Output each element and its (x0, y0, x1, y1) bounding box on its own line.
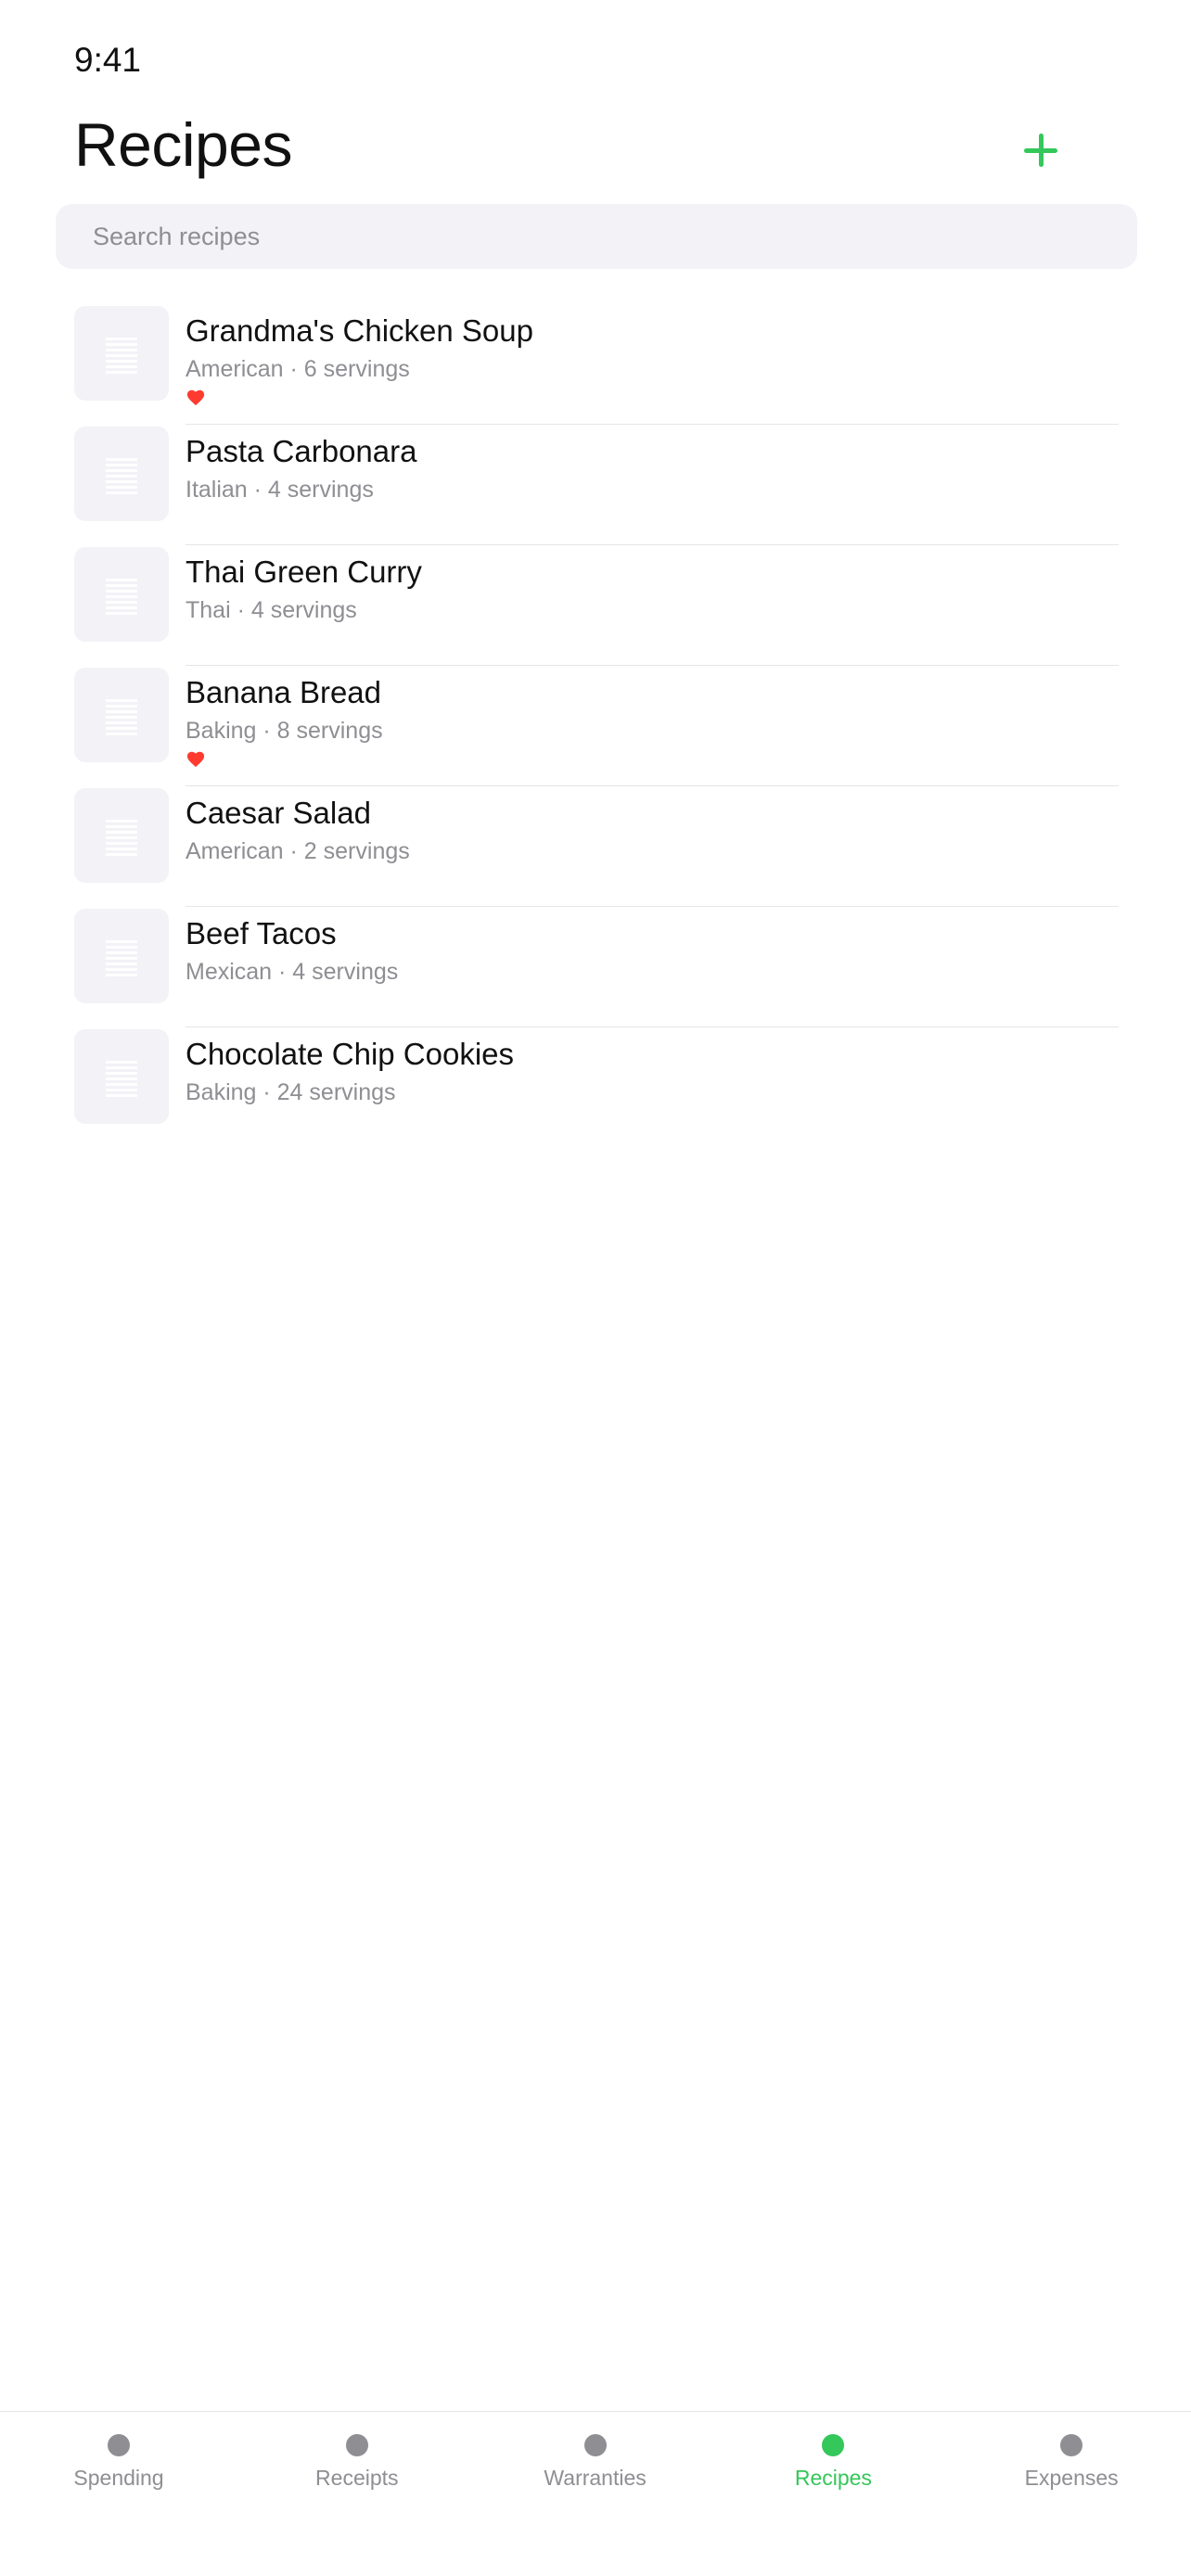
recipe-list-item[interactable]: Thai Green Curry Thai · 4 servings (74, 545, 1119, 666)
tab-dot-icon (822, 2434, 845, 2456)
heart-icon (186, 751, 205, 768)
recipe-list-item[interactable]: Banana Bread Baking · 8 servings (74, 666, 1119, 786)
recipe-name: Beef Tacos (186, 916, 337, 950)
recipe-name: Pasta Carbonara (186, 434, 417, 468)
recipe-list-item[interactable]: Pasta Carbonara Italian · 4 servings (74, 425, 1119, 545)
status-bar-time: 9:41 (74, 41, 142, 79)
recipe-thumbnail (74, 547, 169, 642)
tab-recipes[interactable]: Recipes (714, 2412, 952, 2505)
recipe-subtitle: Italian · 4 servings (186, 477, 374, 503)
recipe-thumbnail-icon (106, 820, 137, 857)
recipe-thumbnail (74, 668, 169, 762)
search-input[interactable] (56, 204, 1137, 269)
tab-receipts[interactable]: Receipts (238, 2412, 476, 2505)
tab-warranties[interactable]: Warranties (477, 2412, 714, 2505)
tab-bar: Spending Receipts Warranties Recipes Expense… (0, 2411, 1191, 2576)
recipe-name: Chocolate Chip Cookies (186, 1037, 515, 1071)
tab-dot-icon (583, 2434, 607, 2456)
recipe-thumbnail-icon (106, 338, 137, 375)
recipe-thumbnail-icon (106, 699, 137, 736)
tab-dot-icon (345, 2434, 368, 2456)
recipe-name: Caesar Salad (186, 796, 371, 830)
recipe-list-item[interactable]: Beef Tacos Mexican · 4 servings (74, 907, 1119, 1027)
recipe-thumbnail (74, 427, 169, 521)
recipe-subtitle: American · 6 servings (186, 356, 410, 382)
recipe-list-item[interactable]: Caesar Salad American · 2 servings (74, 786, 1119, 907)
recipe-list-item[interactable]: Chocolate Chip Cookies Baking · 24 servin… (74, 1027, 1119, 1148)
page-title: Recipes (74, 110, 292, 179)
recipe-subtitle: Mexican · 4 servings (186, 959, 399, 985)
recipe-name: Grandma's Chicken Soup (186, 313, 533, 348)
tab-spending[interactable]: Spending (0, 2412, 237, 2505)
recipe-subtitle: Thai · 4 servings (186, 597, 357, 623)
recipe-thumbnail-icon (106, 940, 137, 977)
recipe-thumbnail (74, 788, 169, 883)
tab-expenses[interactable]: Expenses (953, 2412, 1190, 2505)
tab-label: Receipts (315, 2466, 399, 2490)
recipe-name: Thai Green Curry (186, 555, 422, 589)
tab-dot-icon (108, 2434, 130, 2456)
recipe-list: Grandma's Chicken Soup American · 6 servi… (74, 304, 1119, 1148)
tab-label: Warranties (544, 2466, 647, 2490)
tab-label: Expenses (1024, 2466, 1119, 2490)
recipe-subtitle: Baking · 24 servings (186, 1079, 396, 1105)
tab-dot-icon (1060, 2434, 1083, 2456)
tab-label: Spending (73, 2466, 164, 2490)
recipe-thumbnail-icon (106, 1061, 137, 1098)
recipe-thumbnail-icon (106, 458, 137, 495)
heart-icon (186, 389, 205, 406)
recipe-subtitle: American · 2 servings (186, 838, 410, 864)
recipe-thumbnail (74, 909, 169, 1003)
recipe-thumbnail (74, 306, 169, 401)
recipe-thumbnail-icon (106, 579, 137, 616)
recipe-subtitle: Baking · 8 servings (186, 718, 383, 744)
add-recipe-button[interactable] (1017, 126, 1065, 174)
recipes-screen: 9:41 Recipes Grandma's Chicken Soup Ameri… (0, 0, 1191, 2576)
recipe-thumbnail (74, 1029, 169, 1124)
tab-label: Recipes (794, 2466, 872, 2490)
recipe-name: Banana Bread (186, 675, 382, 709)
recipe-list-item[interactable]: Grandma's Chicken Soup American · 6 servi… (74, 304, 1119, 425)
